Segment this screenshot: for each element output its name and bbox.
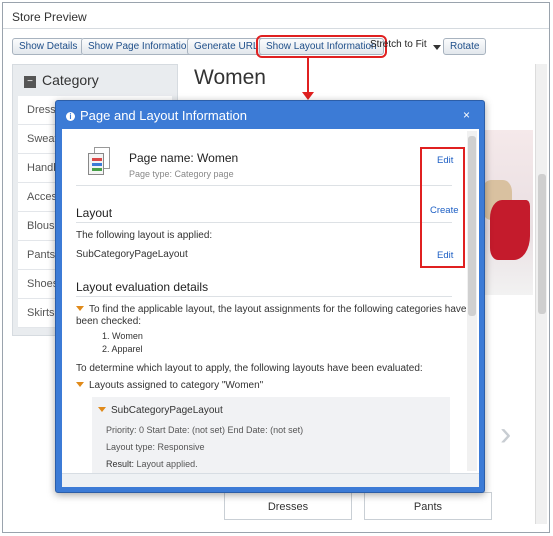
collapse-icon[interactable]: − bbox=[24, 76, 36, 88]
show-page-information-button[interactable]: Show Page Information bbox=[81, 38, 199, 55]
stretch-select-value: Stretch to Fit bbox=[370, 39, 427, 50]
highlight-box bbox=[420, 147, 465, 268]
layout-name: SubCategoryPageLayout bbox=[76, 249, 188, 260]
dresses-tile[interactable]: Dresses bbox=[224, 492, 352, 520]
dialog-title: i Page and Layout Information bbox=[66, 108, 247, 123]
eval-heading: Layout evaluation details bbox=[76, 280, 209, 294]
stretch-select[interactable]: Stretch to Fit bbox=[370, 39, 441, 55]
sub-layout-title: SubCategoryPageLayout bbox=[98, 405, 223, 416]
priority-line: Priority: 0 Start Date: (not set) End Da… bbox=[106, 425, 304, 435]
collapse-triangle-icon[interactable] bbox=[76, 382, 84, 387]
dialog-body: Page name: Women Page type: Category pag… bbox=[62, 129, 479, 487]
divider bbox=[76, 222, 452, 223]
pants-tile[interactable]: Pants bbox=[364, 492, 492, 520]
assigned-layouts: Layouts assigned to category "Women" bbox=[76, 380, 263, 392]
page-title: Women bbox=[194, 66, 266, 89]
shoe-image bbox=[490, 200, 530, 260]
checked-category: 1. Women bbox=[102, 331, 143, 341]
show-details-button[interactable]: Show Details bbox=[12, 38, 85, 55]
layout-type-line: Layout type: Responsive bbox=[106, 442, 205, 452]
callout-arrow-head bbox=[302, 92, 314, 100]
layout-applied-text: The following layout is applied: bbox=[76, 230, 213, 241]
scrollbar-thumb[interactable] bbox=[468, 136, 476, 316]
page-name: Page name: Women bbox=[129, 151, 239, 165]
dialog-scrollbar[interactable] bbox=[467, 131, 477, 471]
scrollbar-thumb[interactable] bbox=[538, 174, 546, 314]
layout-heading: Layout bbox=[76, 206, 113, 220]
page-layout-dialog: i Page and Layout Information × Page name… bbox=[55, 100, 485, 493]
info-icon: i bbox=[66, 112, 75, 121]
category-header-label: Category bbox=[42, 72, 99, 88]
eval-intro-cont: been checked: bbox=[76, 316, 142, 327]
window-title: Store Preview bbox=[12, 10, 87, 24]
chevron-right-icon[interactable]: › bbox=[500, 415, 511, 454]
page-type: Page type: Category page bbox=[129, 169, 234, 179]
category-header[interactable]: − Category bbox=[24, 72, 99, 88]
collapse-triangle-icon[interactable] bbox=[98, 407, 106, 412]
dialog-title-text: Page and Layout Information bbox=[80, 108, 247, 123]
title-bar: Store Preview bbox=[3, 3, 549, 29]
layout-detail-panel: SubCategoryPageLayout Priority: 0 Start … bbox=[92, 397, 450, 477]
result-line: Result: Layout applied. bbox=[106, 459, 198, 469]
page-icon bbox=[88, 147, 110, 175]
collapse-triangle-icon[interactable] bbox=[76, 306, 84, 311]
dialog-footer bbox=[62, 473, 479, 487]
main-scrollbar[interactable] bbox=[535, 64, 547, 524]
divider bbox=[76, 296, 452, 297]
close-icon[interactable]: × bbox=[463, 108, 470, 122]
determine-text: To determine which layout to apply, the … bbox=[76, 363, 423, 374]
divider bbox=[76, 185, 452, 186]
chevron-down-icon bbox=[432, 45, 441, 50]
callout-arrow-line bbox=[307, 57, 309, 95]
result-value: Layout applied. bbox=[136, 459, 198, 469]
generate-url-button[interactable]: Generate URL bbox=[187, 38, 266, 55]
checked-category: 2. Apparel bbox=[102, 344, 143, 354]
result-label: Result: bbox=[106, 459, 135, 469]
rotate-button[interactable]: Rotate bbox=[443, 38, 487, 55]
show-layout-information-button[interactable]: Show Layout Information bbox=[256, 35, 387, 58]
eval-intro: To find the applicable layout, the layou… bbox=[76, 304, 466, 316]
